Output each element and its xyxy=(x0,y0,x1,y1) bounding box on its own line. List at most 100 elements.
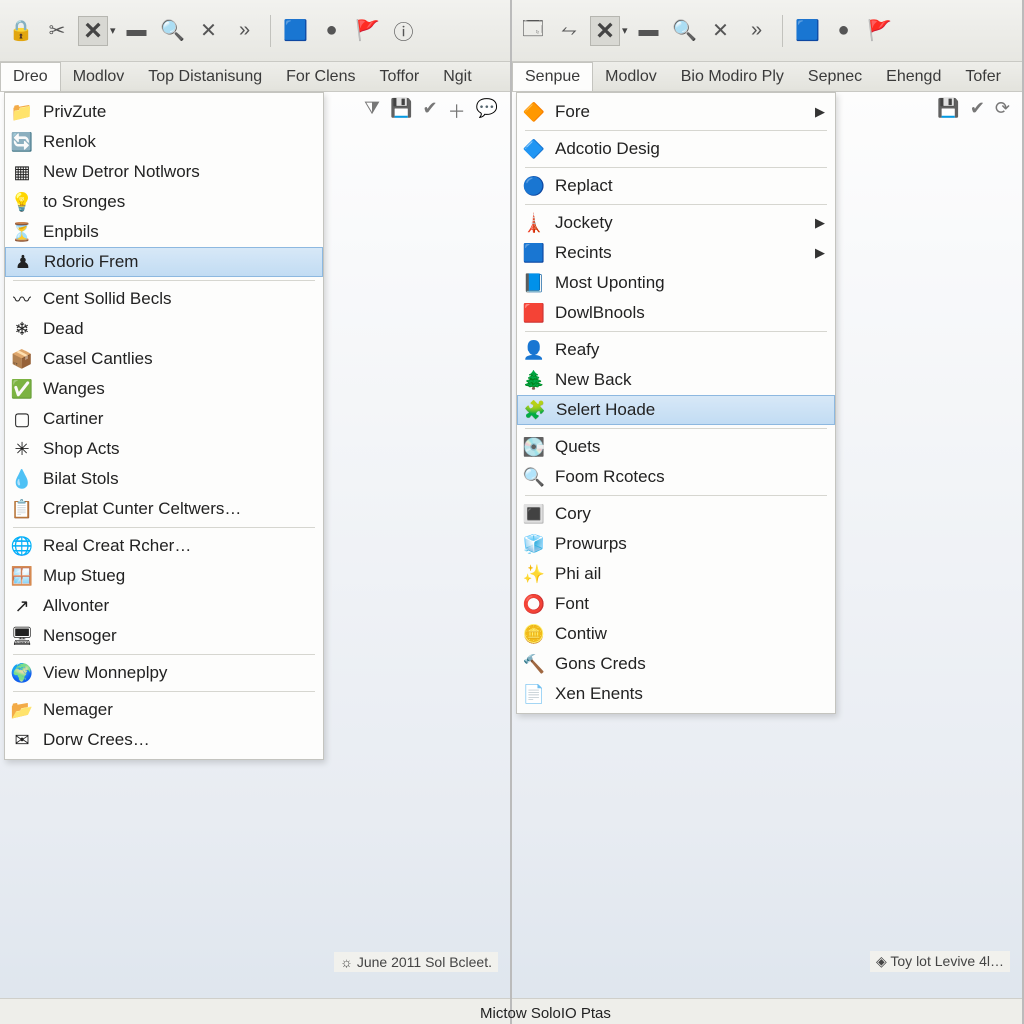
check-icon[interactable]: ✔ xyxy=(422,98,437,124)
menubar-item-4[interactable]: Toffor xyxy=(367,62,431,91)
menu-item-most-uponting[interactable]: 📘Most Uponting xyxy=(517,268,835,298)
forward-icon-r[interactable]: » xyxy=(742,16,772,46)
window-icon-r[interactable]: ▬ xyxy=(634,16,664,46)
menubar-item-r4[interactable]: Ehengd xyxy=(874,62,953,91)
menubar-item-2[interactable]: Top Distanisung xyxy=(136,62,274,91)
forward-icon[interactable]: » xyxy=(230,16,260,46)
window2-icon[interactable]: 🗔 xyxy=(518,16,548,46)
comment-icon[interactable]: 💬 xyxy=(476,98,498,124)
menu-item-shop-acts[interactable]: ✳Shop Acts xyxy=(5,434,323,464)
save-icon-r[interactable]: 💾 xyxy=(937,98,959,119)
flag-icon-r[interactable]: 🚩 xyxy=(865,16,895,46)
menu-item-rdorio-frem[interactable]: ♟Rdorio Frem xyxy=(5,247,323,277)
menu-item-cent-sollid-becls[interactable]: 〰Cent Sollid Becls xyxy=(5,284,323,314)
robot-icon: 🧩 xyxy=(524,399,546,421)
menu-item-font[interactable]: ⭕ Font xyxy=(517,589,835,619)
menu-item-reafy[interactable]: 👤Reafy xyxy=(517,335,835,365)
menu-item-creplat-cunter-celtwers-[interactable]: 📋Creplat Cunter Celtwers… xyxy=(5,494,323,524)
close-button-r[interactable]: × xyxy=(590,16,620,46)
check-icon-r[interactable]: ✔ xyxy=(970,98,985,119)
menu-item-label: Contiw xyxy=(555,624,607,644)
menu-item-selert-hoade[interactable]: 🧩Selert Hoade xyxy=(517,395,835,425)
menubar-item-1[interactable]: Modlov xyxy=(61,62,137,91)
menubar-item-5[interactable]: Ngit xyxy=(431,62,483,91)
menu-item-view-monneplpy[interactable]: 🌍View Monneplpy xyxy=(5,658,323,688)
close-dropdown-icon-r[interactable]: ▾ xyxy=(622,24,628,37)
menu-item-dead[interactable]: ❄Dead xyxy=(5,314,323,344)
menu-item-foom-rcotecs[interactable]: 🔍Foom Rcotecs xyxy=(517,462,835,492)
menu-item-casel-cantlies[interactable]: 📦Casel Cantlies xyxy=(5,344,323,374)
info-icon[interactable]: ⓘ xyxy=(389,16,419,46)
add-icon[interactable]: ＋ xyxy=(448,98,466,124)
menu-item-allvonter[interactable]: ↗Allvonter xyxy=(5,591,323,621)
menu-item-new-detror-notlwors[interactable]: ▦ New Detror Notlwors xyxy=(5,157,323,187)
toolbar-right: 🗔 ⥊ × ▾ ▬ 🔍 ✕ » 🟦 ● 🚩 xyxy=(512,0,1022,62)
status-right: ◈ Toy lot Levive 4l… xyxy=(870,951,1010,972)
menu-item-real-creat-rcher-[interactable]: 🌐Real Creat Rcher… xyxy=(5,531,323,561)
menu-item-bilat-stols[interactable]: 💧Bilat Stols xyxy=(5,464,323,494)
menu-item-replact[interactable]: 🔵Replact xyxy=(517,171,835,201)
menu-item-new-back[interactable]: 🌲New Back xyxy=(517,365,835,395)
grid-icon: ▦ xyxy=(11,161,33,183)
menu-item-to-sronges[interactable]: 💡to Sronges xyxy=(5,187,323,217)
menu-item-label: Wanges xyxy=(43,379,105,399)
save-icon[interactable]: 💾 xyxy=(390,98,412,124)
bulb-icon: 💡 xyxy=(11,191,33,213)
menu-item-wanges[interactable]: ✅Wanges xyxy=(5,374,323,404)
menu-item-label: Nemager xyxy=(43,700,113,720)
scissors-icon[interactable]: ✂ xyxy=(42,16,72,46)
menu-item-nemager[interactable]: 📂Nemager xyxy=(5,695,323,725)
menubar-item-r3[interactable]: Sepnec xyxy=(796,62,874,91)
menu-item-privzute[interactable]: 📁PrivZute xyxy=(5,97,323,127)
menu-item-label: New Detror Notlwors xyxy=(43,162,200,182)
menu-item-recints[interactable]: 🟦Recints▶ xyxy=(517,238,835,268)
menubar-item-r0[interactable]: Senpue xyxy=(512,62,593,91)
global-status: Mictow SoloIO Ptas xyxy=(480,1005,611,1022)
app-icon[interactable]: 🟦 xyxy=(281,16,311,46)
menu-item-jockety[interactable]: 🗼Jockety▶ xyxy=(517,208,835,238)
curve-icon: 〰 xyxy=(11,288,33,310)
menubar-item-r5[interactable]: Tofer xyxy=(953,62,1013,91)
menu-item-renlok[interactable]: 🔄Renlok xyxy=(5,127,323,157)
search-icon[interactable]: 🔍 xyxy=(158,16,188,46)
dot-icon-r[interactable]: ● xyxy=(829,16,859,46)
close-dropdown-icon[interactable]: ▾ xyxy=(110,24,116,37)
app-icon-r[interactable]: 🟦 xyxy=(793,16,823,46)
menu-item-adcotio-desig[interactable]: 🔷Adcotio Desig xyxy=(517,134,835,164)
menu-item-label: Casel Cantlies xyxy=(43,349,153,369)
menu-item-enpbils[interactable]: ⏳Enpbils xyxy=(5,217,323,247)
refresh-icon-r[interactable]: ⟳ xyxy=(995,98,1010,119)
connect-icon[interactable]: ⥊ xyxy=(554,16,584,46)
menubar-item-r1[interactable]: Modlov xyxy=(593,62,669,91)
menu-separator xyxy=(13,691,315,692)
tools-icon-r[interactable]: ✕ xyxy=(706,16,736,46)
menubar-item-0[interactable]: Dreo xyxy=(0,62,61,91)
menubar-item-3[interactable]: For Clens xyxy=(274,62,367,91)
tools-icon[interactable]: ✕ xyxy=(194,16,224,46)
menu-item-fore[interactable]: 🔶Fore▶ xyxy=(517,97,835,127)
menu-item-cory[interactable]: 🔳Cory xyxy=(517,499,835,529)
menu-item-mup-stueg[interactable]: 🪟Mup Stueg xyxy=(5,561,323,591)
menu-item-prowurps[interactable]: 🧊Prowurps xyxy=(517,529,835,559)
menu-item-quets[interactable]: 💽Quets xyxy=(517,432,835,462)
menu-item-gons-creds[interactable]: 🔨Gons Creds xyxy=(517,649,835,679)
menu-item-xen-enents[interactable]: 📄Xen Enents xyxy=(517,679,835,709)
flag-icon[interactable]: 🚩 xyxy=(353,16,383,46)
window-icon[interactable]: ▬ xyxy=(122,16,152,46)
menu-item-phi-ail[interactable]: ✨Phi ail xyxy=(517,559,835,589)
search-icon-r[interactable]: 🔍 xyxy=(670,16,700,46)
menu-item-nensoger[interactable]: 🖥Nensoger xyxy=(5,621,323,651)
lock-icon[interactable]: 🔒 xyxy=(6,16,36,46)
dot-icon[interactable]: ● xyxy=(317,16,347,46)
menu-item-cartiner[interactable]: ▢Cartiner xyxy=(5,404,323,434)
menu-item-contiw[interactable]: 🪙Contiw xyxy=(517,619,835,649)
menu-item-label: Nensoger xyxy=(43,626,117,646)
menu-item-label: Font xyxy=(555,594,589,614)
menu-item-dorw-crees-[interactable]: ✉Dorw Crees… xyxy=(5,725,323,755)
close-button[interactable]: × xyxy=(78,16,108,46)
submenu-arrow-icon: ▶ xyxy=(815,104,825,120)
menu-item-dowlbnools[interactable]: 🟥DowlBnools xyxy=(517,298,835,328)
filter-icon[interactable]: ⧩ xyxy=(364,98,380,124)
ring-icon: ⭕ xyxy=(523,593,545,615)
menubar-item-r2[interactable]: Bio Modiro Ply xyxy=(669,62,796,91)
